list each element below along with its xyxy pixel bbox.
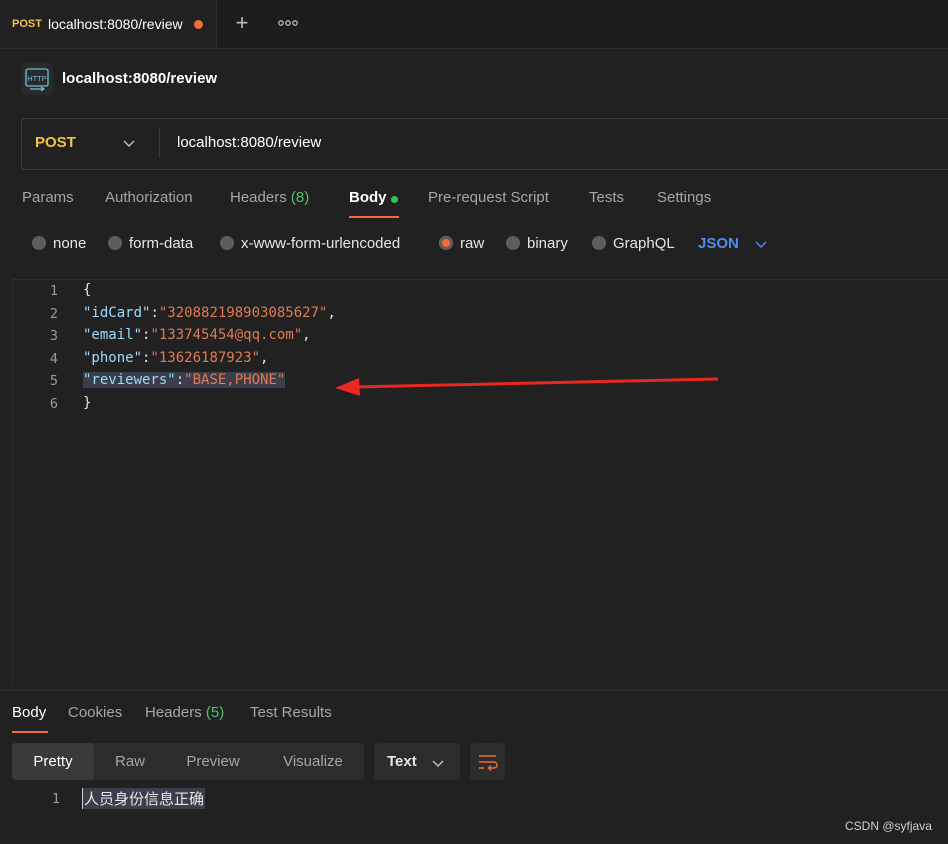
json-value: "133745454@qq.com": [150, 327, 303, 343]
json-key: "email": [83, 327, 143, 343]
url-divider: [159, 128, 160, 158]
view-visualize-button[interactable]: Visualize: [266, 743, 360, 780]
radio-raw[interactable]: [439, 236, 453, 250]
response-line-number: 1: [51, 791, 60, 807]
radio-urlencoded[interactable]: [220, 236, 234, 250]
tab-authorization[interactable]: Authorization: [105, 189, 193, 206]
response-tab-test-results[interactable]: Test Results: [250, 704, 332, 721]
code-line: "phone":"13626187923",: [83, 350, 268, 366]
wrap-lines-icon: [479, 755, 498, 771]
response-headers-count: (5): [205, 704, 225, 721]
code-line: "email":"133745454@qq.com",: [83, 327, 311, 343]
close-brace: }: [83, 395, 92, 411]
json-comma: ,: [260, 350, 269, 366]
headers-count: (8): [290, 189, 310, 206]
radio-binary-label[interactable]: binary: [527, 235, 568, 252]
radio-urlencoded-label[interactable]: x-www-form-urlencoded: [241, 235, 400, 252]
tab-pre-request-script[interactable]: Pre-request Script: [428, 189, 549, 206]
json-colon: :: [150, 305, 159, 321]
watermark-text: CSDN @syfjava: [845, 819, 932, 833]
more-options-icon[interactable]: [277, 13, 299, 33]
body-indicator-dot-icon: [391, 196, 398, 203]
json-value: "13626187923": [150, 350, 261, 366]
view-preview-button[interactable]: Preview: [172, 743, 254, 780]
tab-tests[interactable]: Tests: [589, 189, 624, 206]
url-bar: [21, 118, 948, 170]
response-body-text: 人员身份信息正确: [82, 788, 206, 809]
line-number: 4: [49, 351, 58, 367]
json-colon: :: [175, 372, 185, 388]
view-pretty-button[interactable]: Pretty: [12, 743, 94, 780]
chevron-down-icon: [431, 756, 445, 770]
annotation-arrow-icon: [335, 377, 719, 396]
response-headers-label: Headers: [145, 704, 202, 721]
url-input[interactable]: localhost:8080/review: [177, 134, 321, 151]
radio-form-data[interactable]: [108, 236, 122, 250]
radio-raw-label[interactable]: raw: [460, 235, 484, 252]
tab-body[interactable]: Body: [349, 189, 387, 206]
line-number: 6: [49, 396, 58, 412]
chevron-down-icon[interactable]: [122, 136, 136, 150]
method-select[interactable]: POST: [35, 134, 76, 151]
request-name[interactable]: localhost:8080/review: [62, 70, 217, 87]
view-raw-button[interactable]: Raw: [98, 743, 162, 780]
json-comma: ,: [327, 305, 336, 321]
radio-none-label[interactable]: none: [53, 235, 86, 252]
json-value: "BASE,PHONE": [184, 372, 286, 388]
language-select[interactable]: JSON: [698, 235, 739, 252]
tab-method-label: POST: [12, 18, 42, 30]
tab-settings[interactable]: Settings: [657, 189, 711, 206]
request-tab[interactable]: POST localhost:8080/review: [0, 0, 217, 48]
response-tab-underline: [12, 731, 48, 733]
line-number: 5: [49, 373, 58, 389]
json-key: "phone": [83, 350, 143, 366]
radio-binary[interactable]: [506, 236, 520, 250]
json-value: "320882198903085627": [158, 305, 328, 321]
json-comma: ,: [302, 327, 311, 343]
tab-title: localhost:8080/review: [47, 16, 183, 32]
response-tab-body[interactable]: Body: [12, 704, 46, 721]
radio-form-data-label[interactable]: form-data: [129, 235, 193, 252]
tab-headers[interactable]: Headers (8): [230, 189, 309, 206]
wrap-lines-button[interactable]: [470, 743, 505, 780]
active-tab-underline: [349, 216, 399, 218]
http-request-icon: HTTP: [21, 63, 53, 95]
svg-text:HTTP: HTTP: [27, 74, 47, 83]
tab-params[interactable]: Params: [22, 189, 74, 206]
format-select-label: Text: [387, 753, 417, 770]
response-tab-cookies[interactable]: Cookies: [68, 704, 122, 721]
json-key: "idCard": [83, 305, 151, 321]
line-number: 1: [49, 283, 58, 299]
radio-graphql-label[interactable]: GraphQL: [613, 235, 675, 252]
radio-none[interactable]: [32, 236, 46, 250]
code-line-selected: "reviewers":"BASE,PHONE": [83, 372, 286, 388]
code-line: "idCard":"320882198903085627",: [83, 305, 336, 321]
line-number: 2: [49, 306, 58, 322]
json-key: "reviewers": [83, 372, 176, 388]
open-brace: {: [83, 282, 92, 298]
chevron-down-icon[interactable]: [754, 237, 768, 251]
unsaved-dot-icon: [193, 19, 203, 29]
new-tab-plus-icon[interactable]: +: [232, 11, 252, 35]
radio-graphql[interactable]: [592, 236, 606, 250]
response-tab-headers[interactable]: Headers (5): [145, 704, 224, 721]
tab-headers-label: Headers: [230, 189, 287, 206]
response-divider: [0, 690, 948, 691]
line-number: 3: [49, 328, 58, 344]
